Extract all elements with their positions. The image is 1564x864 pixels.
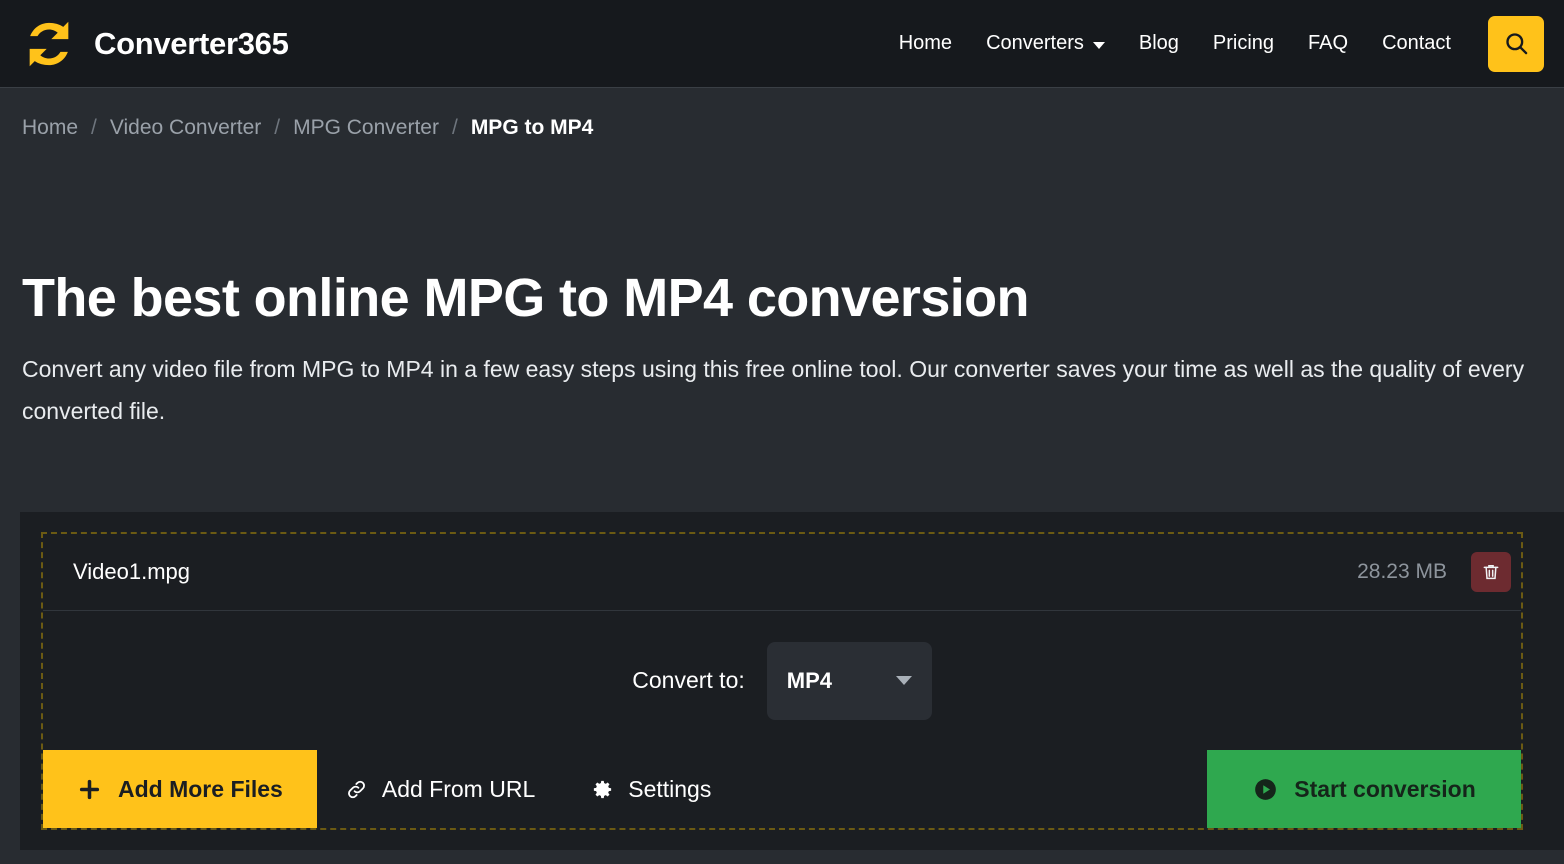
add-more-files-label: Add More Files (118, 775, 283, 802)
file-meta: 28.23 MB (1357, 552, 1511, 592)
start-conversion-button[interactable]: Start conversion (1207, 750, 1521, 828)
search-icon (1503, 30, 1530, 57)
convert-to-label: Convert to: (632, 667, 745, 693)
nav-item-label: Pricing (1212, 32, 1275, 54)
convert-to-row: Convert to: MP4 (43, 611, 1521, 750)
breadcrumb-item-mpg-converter[interactable]: MPG Converter (293, 116, 439, 140)
file-name: Video1.mpg (73, 559, 191, 584)
add-from-url-label: Add From URL (381, 775, 536, 802)
search-button[interactable] (1488, 15, 1544, 72)
play-circle-icon (1252, 776, 1279, 803)
nav-item-home[interactable]: Home (882, 24, 969, 63)
breadcrumb-separator: / (274, 116, 281, 139)
nav-item-label: FAQ (1308, 32, 1349, 54)
breadcrumb-item-video-converter[interactable]: Video Converter (110, 116, 261, 140)
breadcrumb-item-home[interactable]: Home (22, 116, 78, 140)
breadcrumb-separator: / (91, 116, 97, 139)
delete-file-button[interactable] (1471, 552, 1511, 592)
link-icon (345, 778, 368, 801)
nav-item-label: Contact (1382, 32, 1451, 54)
nav-item-label: Home (898, 32, 953, 54)
brand-logo-link[interactable]: Converter365 (20, 15, 289, 73)
add-more-files-button[interactable]: Add More Files (43, 750, 317, 828)
file-dropzone[interactable]: Video1.mpg 28.23 MB Convert to: MP4 Add … (41, 532, 1523, 830)
nav-item-faq[interactable]: FAQ (1291, 24, 1365, 63)
page-description: Convert any video file from MPG to MP4 i… (22, 355, 1525, 424)
main-navigation: Home Converters Blog Pricing FAQ Contact (882, 15, 1544, 72)
hero-section: The best online MPG to MP4 conversion Co… (0, 270, 1564, 432)
trash-icon (1481, 562, 1501, 582)
action-bar: Add More Files Add From URL Settings Sta… (43, 750, 1521, 828)
nav-item-contact[interactable]: Contact (1365, 24, 1468, 63)
nav-item-blog[interactable]: Blog (1122, 24, 1196, 63)
refresh-sync-icon (20, 15, 78, 73)
breadcrumb-separator: / (451, 116, 458, 139)
output-format-value: MP4 (786, 667, 832, 693)
start-conversion-label: Start conversion (1294, 775, 1476, 802)
output-format-select[interactable]: MP4 (766, 641, 932, 720)
nav-item-pricing[interactable]: Pricing (1196, 24, 1291, 63)
nav-item-converters[interactable]: Converters (969, 24, 1122, 63)
nav-item-label: Blog (1138, 32, 1179, 54)
breadcrumb-item-current: MPG to MP4 (470, 116, 594, 139)
page-title: The best online MPG to MP4 conversion (22, 268, 1030, 328)
file-size: 28.23 MB (1357, 560, 1447, 583)
chevron-down-icon (895, 676, 912, 685)
file-list-item: Video1.mpg 28.23 MB (43, 534, 1521, 611)
gear-icon (591, 778, 614, 801)
chevron-down-icon (1092, 41, 1105, 49)
settings-button[interactable]: Settings (563, 750, 739, 828)
upload-panel: Video1.mpg 28.23 MB Convert to: MP4 Add … (20, 512, 1564, 850)
brand-name: Converter365 (94, 25, 289, 61)
site-header: Converter365 Home Converters Blog Pricin… (0, 0, 1564, 88)
nav-item-label: Converters (986, 32, 1084, 54)
breadcrumb: Home / Video Converter / MPG Converter /… (0, 88, 1564, 140)
add-from-url-button[interactable]: Add From URL (317, 750, 563, 828)
settings-label: Settings (628, 775, 712, 802)
plus-icon (77, 777, 102, 802)
